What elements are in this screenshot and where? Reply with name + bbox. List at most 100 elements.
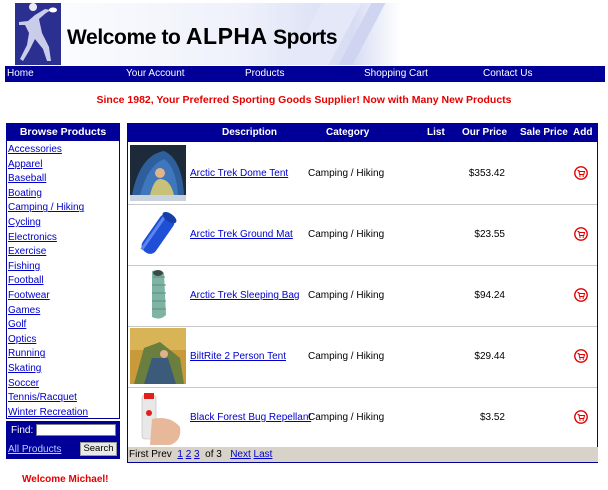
bug-repellant-photo-icon xyxy=(130,389,186,445)
browse-products-title: Browse Products xyxy=(7,124,119,141)
add-to-cart-icon[interactable] xyxy=(574,349,588,363)
category-link-soccer[interactable]: Soccer xyxy=(8,378,39,389)
category-link-games[interactable]: Games xyxy=(8,305,40,316)
category-item: Running xyxy=(8,347,119,362)
category-link-golf[interactable]: Golf xyxy=(8,319,26,330)
category-link-electronics[interactable]: Electronics xyxy=(8,232,57,243)
product-table: Description Category List Our Price Sale… xyxy=(127,123,598,463)
welcome-message: Welcome Michael! xyxy=(22,474,109,485)
sleeping-bag-photo-icon xyxy=(130,267,186,323)
category-item: Footwear xyxy=(8,289,119,304)
product-price: $3.52 xyxy=(479,412,505,423)
product-image[interactable] xyxy=(130,328,186,384)
table-row: Arctic Trek Sleeping Bag Camping / Hikin… xyxy=(128,266,597,327)
pagination-bar: First Prev 1 2 3 of 3 Next Last xyxy=(128,447,598,462)
product-link[interactable]: BiltRite 2 Person Tent xyxy=(190,351,286,362)
pager-page-2[interactable]: 2 xyxy=(186,449,192,460)
category-link-footwear[interactable]: Footwear xyxy=(8,290,50,301)
category-link-accessories[interactable]: Accessories xyxy=(8,144,62,155)
category-item: Optics xyxy=(8,333,119,348)
category-item: Baseball xyxy=(8,172,119,187)
product-link[interactable]: Arctic Trek Sleeping Bag xyxy=(190,290,300,301)
category-link-baseball[interactable]: Baseball xyxy=(8,173,46,184)
pager-prev: Prev xyxy=(151,449,172,460)
tent-photo-icon xyxy=(130,145,186,201)
category-link-winter-recreation[interactable]: Winter Recreation xyxy=(8,407,88,418)
category-link-running[interactable]: Running xyxy=(8,348,45,359)
category-item: Games xyxy=(8,304,119,319)
category-item: Apparel xyxy=(8,158,119,173)
site-title: Welcome to ALPHA Sports xyxy=(67,23,338,50)
product-link[interactable]: Black Forest Bug Repellant xyxy=(190,412,311,423)
product-price: $94.24 xyxy=(474,290,505,301)
category-link-apparel[interactable]: Apparel xyxy=(8,159,42,170)
header-category: Category xyxy=(326,127,370,138)
category-item: Skating xyxy=(8,362,119,377)
pager-first: First xyxy=(129,449,149,460)
add-to-cart-icon[interactable] xyxy=(574,166,588,180)
header-description: Description xyxy=(222,127,278,138)
category-item: Exercise xyxy=(8,245,119,260)
table-row: Black Forest Bug Repellant Camping / Hik… xyxy=(128,388,597,449)
product-link[interactable]: Arctic Trek Dome Tent xyxy=(190,168,288,179)
category-link-tennis-racquet[interactable]: Tennis/Racquet xyxy=(8,392,77,403)
table-header: Description Category List Our Price Sale… xyxy=(128,124,597,142)
category-link-optics[interactable]: Optics xyxy=(8,334,36,345)
product-link[interactable]: Arctic Trek Ground Mat xyxy=(190,229,293,240)
category-item: Camping / Hiking xyxy=(8,201,119,216)
title-brand: ALPHA xyxy=(185,23,268,49)
pager-last[interactable]: Last xyxy=(254,449,273,460)
nav-home[interactable]: Home xyxy=(7,68,34,79)
all-products-link[interactable]: All Products xyxy=(8,444,61,455)
title-prefix: Welcome to xyxy=(67,26,186,49)
category-link-cycling[interactable]: Cycling xyxy=(8,217,41,228)
header-list: List xyxy=(427,127,445,138)
category-link-exercise[interactable]: Exercise xyxy=(8,246,46,257)
category-list: Accessories Apparel Baseball Boating Cam… xyxy=(7,141,119,420)
add-to-cart-icon[interactable] xyxy=(574,227,588,241)
category-item: Football xyxy=(8,274,119,289)
header-sale-price: Sale Price xyxy=(520,127,568,138)
title-suffix: Sports xyxy=(267,26,338,49)
product-category: Camping / Hiking xyxy=(308,412,385,423)
product-image[interactable] xyxy=(130,267,186,323)
category-link-skating[interactable]: Skating xyxy=(8,363,41,374)
pager-of-total: of 3 xyxy=(205,449,222,460)
add-to-cart-icon[interactable] xyxy=(574,288,588,302)
search-button[interactable]: Search xyxy=(80,442,117,456)
category-link-fishing[interactable]: Fishing xyxy=(8,261,40,272)
product-category: Camping / Hiking xyxy=(308,229,385,240)
product-category: Camping / Hiking xyxy=(308,290,385,301)
header-our-price: Our Price xyxy=(462,127,508,138)
add-to-cart-icon[interactable] xyxy=(574,410,588,424)
find-label: Find: xyxy=(11,425,34,436)
ground-mat-photo-icon xyxy=(130,206,186,262)
product-category: Camping / Hiking xyxy=(308,351,385,362)
category-item: Winter Recreation xyxy=(8,406,119,421)
nav-products[interactable]: Products xyxy=(245,68,284,79)
pager-next[interactable]: Next xyxy=(230,449,251,460)
browse-products-panel: Browse Products Accessories Apparel Base… xyxy=(6,123,120,419)
pager-page-1[interactable]: 1 xyxy=(177,449,183,460)
nav-shopping-cart[interactable]: Shopping Cart xyxy=(364,68,428,79)
nav-your-account[interactable]: Your Account xyxy=(126,68,185,79)
product-image[interactable] xyxy=(130,206,186,262)
header-banner: Welcome to ALPHA Sports xyxy=(5,3,605,65)
product-price: $23.55 xyxy=(474,229,505,240)
nav-contact-us[interactable]: Contact Us xyxy=(483,68,532,79)
find-input[interactable] xyxy=(36,424,116,436)
category-link-camping-hiking[interactable]: Camping / Hiking xyxy=(8,202,84,213)
category-link-boating[interactable]: Boating xyxy=(8,188,42,199)
category-item: Boating xyxy=(8,187,119,202)
category-link-football[interactable]: Football xyxy=(8,275,44,286)
table-row: BiltRite 2 Person Tent Camping / Hiking … xyxy=(128,327,597,388)
category-item: Electronics xyxy=(8,231,119,246)
category-item: Golf xyxy=(8,318,119,333)
header-add: Add xyxy=(573,127,593,138)
main-nav: Home Your Account Products Shopping Cart… xyxy=(5,66,605,82)
product-image[interactable] xyxy=(130,389,186,445)
product-image[interactable] xyxy=(130,145,186,201)
product-price: $353.42 xyxy=(468,168,505,179)
pager-page-3[interactable]: 3 xyxy=(194,449,200,460)
tagline: Since 1982, Your Preferred Sporting Good… xyxy=(96,94,512,106)
